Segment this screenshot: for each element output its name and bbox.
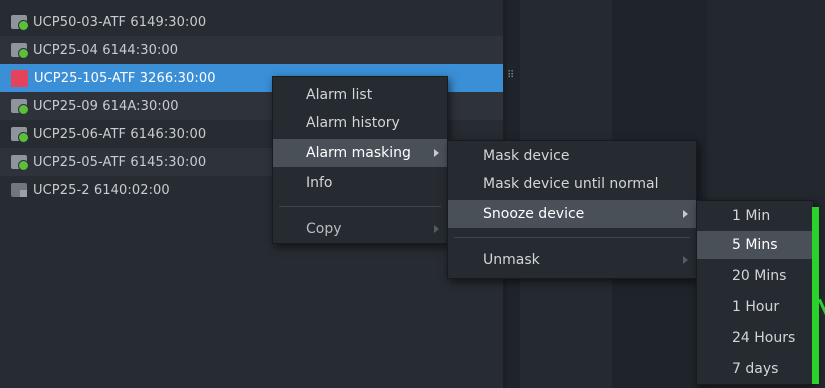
menu-item-snooze-device[interactable]: Snooze device	[448, 200, 696, 228]
menu-item-alarm-history[interactable]: Alarm history	[273, 109, 447, 137]
menu-item-info[interactable]: Info	[273, 169, 447, 197]
menu-item-snooze-1-min[interactable]: 1 Min	[697, 202, 813, 230]
menu-item-label: Snooze device	[483, 206, 585, 222]
menu-item-label: Info	[306, 175, 333, 191]
device-ok-icon	[11, 155, 29, 171]
submenu-arrow-icon	[434, 225, 439, 233]
tree-item-label: UCP25-04 6144:30:00	[33, 42, 179, 58]
menu-item-alarm-list[interactable]: Alarm list	[273, 81, 447, 109]
menu-item-label: Copy	[306, 221, 342, 237]
menu-separator	[279, 206, 441, 207]
tree-item-device[interactable]: UCP50-03-ATF 6149:30:00	[0, 8, 503, 36]
menu-item-mask-until-normal[interactable]: Mask device until normal	[448, 170, 696, 198]
device-ok-icon	[11, 127, 29, 143]
menu-item-copy[interactable]: Copy	[273, 215, 447, 243]
tree-item-label: UCP25-09 614A:30:00	[33, 98, 179, 114]
menu-item-label: 1 Hour	[732, 299, 780, 315]
menu-item-label: 24 Hours	[732, 330, 796, 346]
tree-item-label: UCP25-05-ATF 6145:30:00	[33, 154, 207, 170]
tree-item-label: UCP25-2 6140:02:00	[33, 182, 170, 198]
menu-item-label: 1 Min	[732, 208, 771, 224]
alarm-masking-submenu: Mask device Mask device until normal Sno…	[447, 140, 697, 279]
menu-item-label: Mask device	[483, 148, 570, 164]
tree-item-label: UCP50-03-ATF 6149:30:00	[33, 14, 207, 30]
menu-item-snooze-24-hours[interactable]: 24 Hours	[697, 324, 813, 352]
device-offline-icon	[11, 183, 27, 197]
submenu-arrow-icon	[683, 256, 688, 264]
menu-item-unmask[interactable]: Unmask	[448, 246, 696, 274]
menu-item-mask-device[interactable]: Mask device	[448, 142, 696, 170]
tree-item-device[interactable]: UCP25-04 6144:30:00	[0, 36, 503, 64]
submenu-arrow-icon	[434, 149, 439, 157]
menu-separator	[454, 237, 690, 238]
menu-item-label: Mask device until normal	[483, 176, 659, 192]
menu-item-snooze-1-hour[interactable]: 1 Hour	[697, 293, 813, 321]
menu-item-label: Alarm history	[306, 115, 400, 131]
menu-item-snooze-20-mins[interactable]: 20 Mins	[697, 262, 813, 290]
menu-item-label: Unmask	[483, 252, 540, 268]
context-menu: Alarm list Alarm history Alarm masking I…	[272, 76, 448, 244]
menu-item-snooze-7-days[interactable]: 7 days	[697, 355, 813, 383]
device-ok-icon	[11, 43, 29, 59]
menu-item-label: 20 Mins	[732, 268, 787, 284]
device-ok-icon	[11, 99, 29, 115]
menu-item-snooze-5-mins[interactable]: 5 Mins	[697, 231, 813, 259]
device-ok-icon	[11, 15, 29, 31]
drag-handle-icon[interactable]: ⠿	[507, 71, 515, 85]
menu-item-label: Alarm masking	[306, 145, 411, 161]
menu-item-label: 7 days	[732, 361, 779, 377]
menu-item-alarm-masking[interactable]: Alarm masking	[273, 139, 447, 167]
submenu-arrow-icon	[683, 210, 688, 218]
snooze-submenu: 1 Min 5 Mins 20 Mins 1 Hour 24 Hours 7 d…	[696, 200, 814, 385]
menu-item-label: Alarm list	[306, 87, 373, 103]
status-indicator-bar	[812, 207, 819, 384]
tree-item-label: UCP25-06-ATF 6146:30:00	[33, 126, 207, 142]
device-alarm-icon	[11, 69, 28, 87]
tree-item-label: UCP25-105-ATF 3266:30:00	[34, 70, 216, 86]
menu-item-label: 5 Mins	[732, 237, 778, 253]
